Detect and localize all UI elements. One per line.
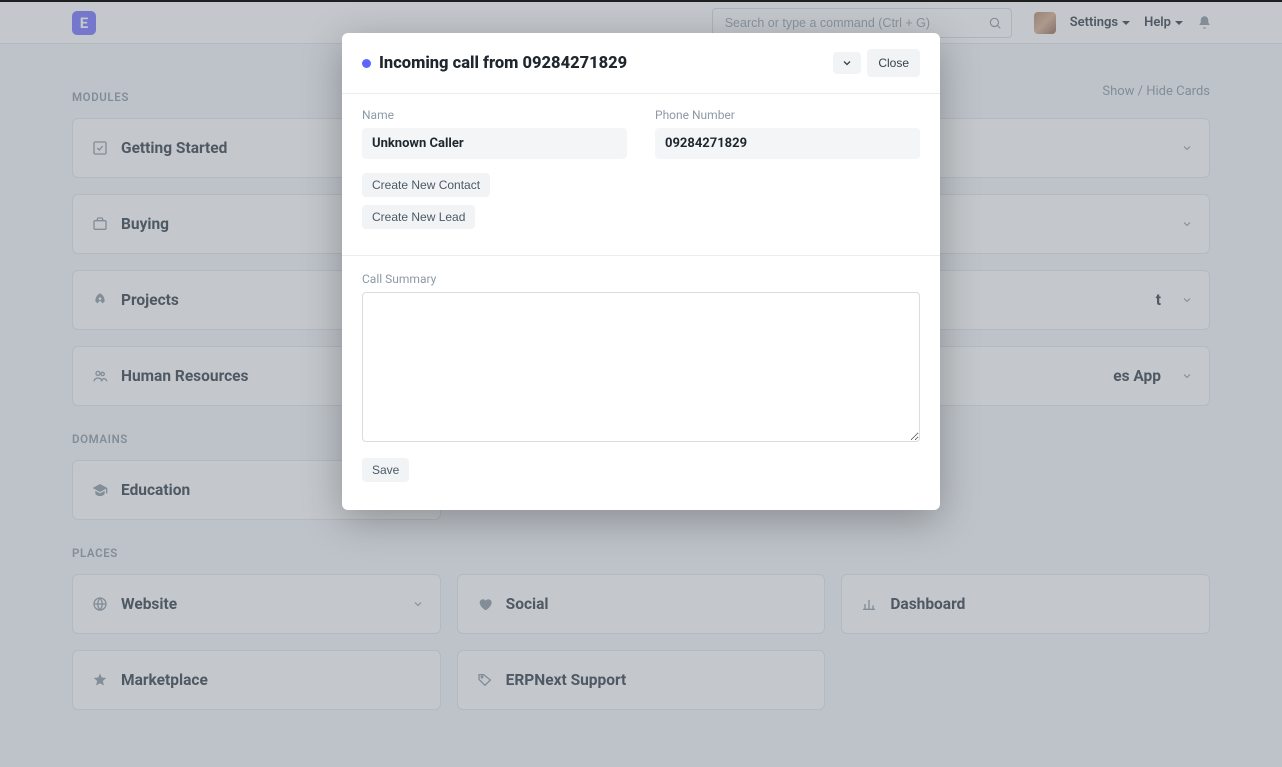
dialog-title: Incoming call from 09284271829 xyxy=(379,54,827,73)
dialog-header: Incoming call from 09284271829 Close xyxy=(342,33,940,94)
name-field: Name Unknown Caller xyxy=(362,108,627,159)
name-value: Unknown Caller xyxy=(362,128,627,159)
chevron-down-icon xyxy=(841,57,853,69)
dialog-body: Name Unknown Caller Phone Number 0928427… xyxy=(342,94,940,510)
phone-label: Phone Number xyxy=(655,108,920,122)
call-summary-input[interactable] xyxy=(362,292,920,442)
create-contact-button[interactable]: Create New Contact xyxy=(362,173,490,197)
caller-info-row: Name Unknown Caller Phone Number 0928427… xyxy=(362,108,920,159)
name-label: Name xyxy=(362,108,627,122)
summary-label: Call Summary xyxy=(362,272,920,286)
incoming-call-dialog: Incoming call from 09284271829 Close Nam… xyxy=(342,33,940,510)
create-lead-button[interactable]: Create New Lead xyxy=(362,205,475,229)
save-button[interactable]: Save xyxy=(362,458,409,482)
collapse-button[interactable] xyxy=(833,52,861,74)
close-button[interactable]: Close xyxy=(867,49,920,77)
phone-value: 09284271829 xyxy=(655,128,920,159)
section-break xyxy=(342,255,940,256)
phone-field: Phone Number 09284271829 xyxy=(655,108,920,159)
close-label: Close xyxy=(878,56,909,70)
incoming-indicator-icon xyxy=(362,59,371,68)
